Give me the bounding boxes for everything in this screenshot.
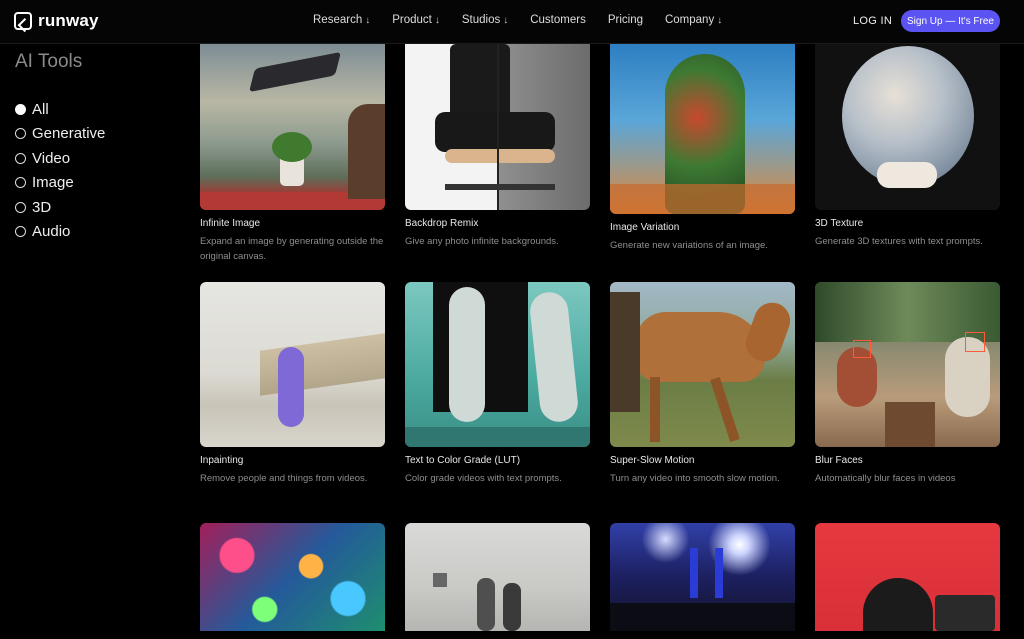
radio-icon: [15, 177, 26, 189]
filter-label: Generative: [32, 125, 106, 143]
nav-company-label: Company: [664, 14, 715, 26]
arrow-down-icon: ↓: [503, 14, 509, 26]
tool-title: Infinite Image: [200, 218, 261, 229]
tool-title: Text to Color Grade (LUT): [405, 455, 521, 466]
thumbnail-image: [405, 282, 590, 447]
tool-card-bokeh[interactable]: [200, 523, 385, 639]
signup-button[interactable]: Sign Up — It's Free: [901, 10, 1000, 32]
arrow-down-icon: ↓: [717, 14, 723, 26]
tool-card-text-to-color-grade[interactable]: Text to Color Grade (LUT) Color grade vi…: [405, 282, 590, 486]
radio-icon: [15, 201, 26, 213]
nav-company[interactable]: Company ↓: [665, 14, 722, 26]
tool-title: 3D Texture: [815, 218, 864, 229]
nav-product-label: Product: [392, 14, 432, 26]
filter-label: Audio: [32, 223, 71, 241]
filter-label: Image: [32, 174, 74, 192]
filter-label: 3D: [32, 198, 52, 216]
tool-title: Super-Slow Motion: [610, 455, 695, 466]
tool-title: Backdrop Remix: [405, 218, 479, 229]
main-nav: Research ↓ Product ↓ Studios ↓ Customers…: [313, 14, 722, 26]
tool-card-3d-texture[interactable]: 3D Texture Generate 3D textures with tex…: [815, 44, 1000, 249]
arrow-down-icon: ↓: [365, 14, 371, 26]
category-filters: All Generative Video Image 3D Audio: [15, 97, 105, 244]
login-link[interactable]: LOG IN: [853, 15, 892, 27]
thumbnail-image: [815, 523, 1000, 631]
filter-generative[interactable]: Generative: [15, 122, 105, 147]
filter-all[interactable]: All: [15, 97, 105, 122]
tool-description: Color grade videos with text prompts.: [405, 473, 562, 484]
thumbnail-image: [815, 282, 1000, 447]
filter-audio[interactable]: Audio: [15, 220, 105, 245]
tool-title: Image Variation: [610, 222, 680, 233]
arrow-down-icon: ↓: [434, 14, 440, 26]
thumbnail-image: [200, 44, 385, 210]
nav-research-label: Research: [313, 14, 363, 26]
filter-3d[interactable]: 3D: [15, 195, 105, 220]
tool-card-portrait[interactable]: [815, 523, 1000, 639]
tool-card-super-slow-motion[interactable]: Super-Slow Motion Turn any video into sm…: [610, 282, 795, 486]
nav-studios[interactable]: Studios ↓: [462, 14, 508, 26]
radio-icon: [15, 128, 26, 140]
nav-customers-label: Customers: [530, 14, 586, 26]
tool-title: Inpainting: [200, 455, 244, 466]
runway-logo[interactable]: runway: [14, 11, 99, 31]
radio-icon: [15, 152, 26, 164]
radio-icon: [15, 226, 26, 238]
tool-description: Remove people and things from videos.: [200, 473, 368, 484]
nav-pricing[interactable]: Pricing: [608, 14, 643, 26]
nav-customers[interactable]: Customers: [530, 14, 586, 26]
thumbnail-image: [200, 282, 385, 447]
tool-card-infinite-image[interactable]: Infinite Image Expand an image by genera…: [200, 44, 385, 264]
thumbnail-image: [610, 282, 795, 447]
tool-description: Automatically blur faces in videos: [815, 473, 956, 484]
tool-card-backdrop-remix[interactable]: Backdrop Remix Give any photo infinite b…: [405, 44, 590, 249]
tool-card-running-people[interactable]: [405, 523, 590, 639]
filter-label: Video: [32, 149, 71, 167]
tool-description: Expand an image by generating outside th…: [200, 236, 384, 262]
tool-description: Turn any video into smooth slow motion.: [610, 473, 780, 484]
sidebar-title: AI Tools: [15, 51, 83, 72]
top-nav-bar: runway Research ↓ Product ↓ Studios ↓ Cu…: [0, 0, 1024, 44]
filter-video[interactable]: Video: [15, 146, 105, 171]
nav-studios-label: Studios: [461, 14, 501, 26]
tool-description: Give any photo infinite backgrounds.: [405, 236, 559, 247]
thumbnail-image: [405, 523, 590, 631]
tool-title: Blur Faces: [815, 455, 863, 466]
thumbnail-image: [610, 44, 795, 214]
nav-pricing-label: Pricing: [607, 14, 643, 26]
radio-selected-icon: [15, 103, 26, 115]
nav-product[interactable]: Product ↓: [392, 14, 440, 26]
tool-card-concert[interactable]: [610, 523, 795, 639]
tool-card-image-variation[interactable]: Image Variation Generate new variations …: [610, 44, 795, 253]
logo-text: runway: [38, 11, 99, 30]
thumbnail-image: [815, 44, 1000, 210]
nav-research[interactable]: Research ↓: [313, 14, 370, 26]
thumbnail-image: [405, 44, 590, 210]
filter-image[interactable]: Image: [15, 171, 105, 196]
tool-description: Generate new variations of an image.: [610, 240, 768, 251]
filter-label: All: [32, 100, 49, 118]
thumbnail-image: [200, 523, 385, 631]
tool-card-inpainting[interactable]: Inpainting Remove people and things from…: [200, 282, 385, 486]
thumbnail-image: [610, 523, 795, 631]
tool-description: Generate 3D textures with text prompts.: [815, 236, 983, 247]
runway-logo-icon: [14, 12, 32, 30]
tool-card-blur-faces[interactable]: Blur Faces Automatically blur faces in v…: [815, 282, 1000, 486]
